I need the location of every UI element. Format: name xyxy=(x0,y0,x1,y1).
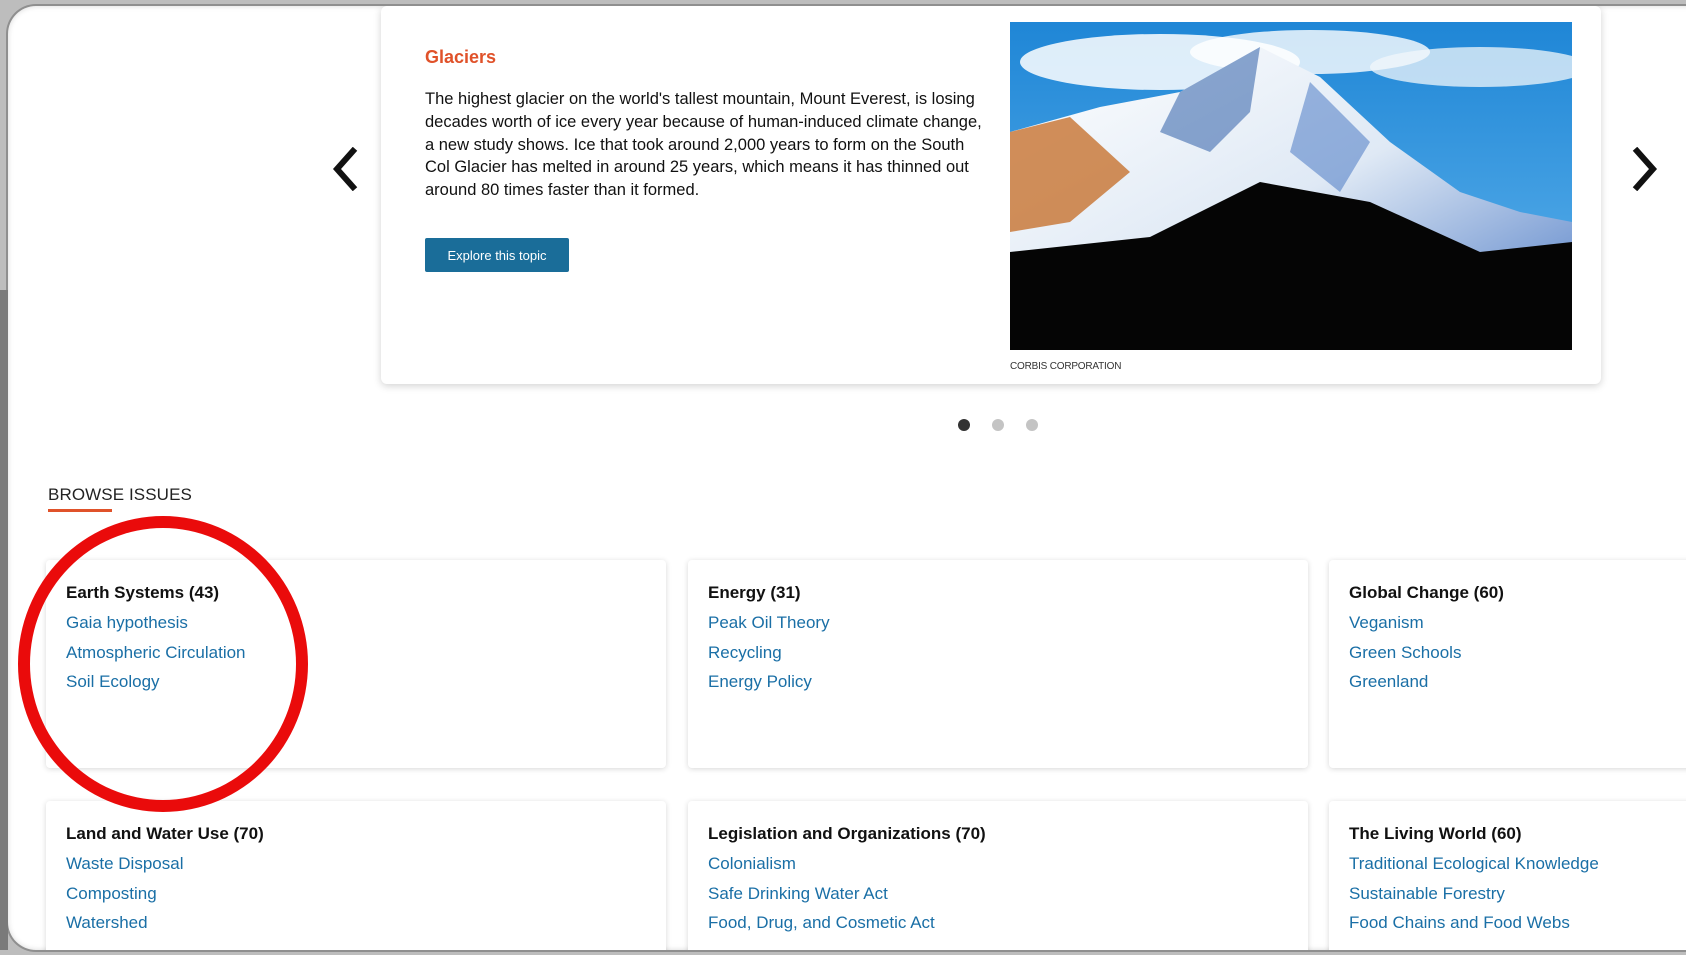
featured-topic-summary: The highest glacier on the world's talle… xyxy=(425,90,982,200)
issue-link[interactable]: Colonialism xyxy=(708,849,935,879)
image-credit: CORBIS CORPORATION xyxy=(1010,361,1122,372)
carousel-dot-1[interactable] xyxy=(958,419,970,431)
featured-topic-card: Glaciers The highest glacier on the worl… xyxy=(381,6,1601,384)
issue-card-energy: Energy (31) Peak Oil Theory Recycling En… xyxy=(688,560,1308,768)
issue-link[interactable]: Food, Drug, and Cosmetic Act xyxy=(708,908,935,938)
chevron-right-icon xyxy=(1632,147,1658,191)
issue-link[interactable]: Greenland xyxy=(1349,667,1461,697)
issue-link[interactable]: Sustainable Forestry xyxy=(1349,879,1599,909)
issue-link[interactable]: Traditional Ecological Knowledge xyxy=(1349,849,1599,879)
issue-link[interactable]: Waste Disposal xyxy=(66,849,183,879)
issue-card-title: Energy (31) xyxy=(708,583,801,602)
carousel-dot-2[interactable] xyxy=(992,419,1004,431)
carousel-next-button[interactable] xyxy=(1620,144,1670,194)
featured-topic-title: Glaciers xyxy=(425,47,497,67)
issue-card-title: Land and Water Use (70) xyxy=(66,824,264,843)
issue-link[interactable]: Composting xyxy=(66,879,183,909)
issue-link[interactable]: Watershed xyxy=(66,908,183,938)
issue-card-living-world: The Living World (60) Traditional Ecolog… xyxy=(1329,801,1686,950)
browse-issues-heading: BROWSE ISSUES xyxy=(48,485,192,504)
issue-card-title: Earth Systems (43) xyxy=(66,583,220,602)
issue-link[interactable]: Green Schools xyxy=(1349,638,1461,668)
issue-link[interactable]: Gaia hypothesis xyxy=(66,608,246,638)
carousel-prev-button[interactable] xyxy=(320,144,370,194)
issue-link[interactable]: Energy Policy xyxy=(708,667,830,697)
browser-viewport: Glaciers The highest glacier on the worl… xyxy=(8,6,1686,950)
issue-card-earth-systems: Earth Systems (43) Gaia hypothesis Atmos… xyxy=(46,560,666,768)
issue-link[interactable]: Recycling xyxy=(708,638,830,668)
issue-link[interactable]: Food Chains and Food Webs xyxy=(1349,908,1599,938)
issue-link[interactable]: Peak Oil Theory xyxy=(708,608,830,638)
issue-card-title: The Living World (60) xyxy=(1349,824,1522,843)
chevron-left-icon xyxy=(332,147,358,191)
issue-link[interactable]: Atmospheric Circulation xyxy=(66,638,246,668)
issue-card-legislation: Legislation and Organizations (70) Colon… xyxy=(688,801,1308,950)
explore-topic-button[interactable]: Explore this topic xyxy=(425,238,569,272)
issue-link[interactable]: Safe Drinking Water Act xyxy=(708,879,935,909)
issue-card-title: Global Change (60) xyxy=(1349,583,1504,602)
issue-link[interactable]: Soil Ecology xyxy=(66,667,246,697)
carousel-pagination xyxy=(958,419,1038,431)
everest-image xyxy=(1010,22,1572,350)
issue-card-title: Legislation and Organizations (70) xyxy=(708,824,986,843)
issue-link[interactable]: Veganism xyxy=(1349,608,1461,638)
issue-card-land-water-use: Land and Water Use (70) Waste Disposal C… xyxy=(46,801,666,950)
window-edge xyxy=(0,290,8,950)
heading-underline xyxy=(48,509,112,512)
carousel-dot-3[interactable] xyxy=(1026,419,1038,431)
issue-card-global-change: Global Change (60) Veganism Green School… xyxy=(1329,560,1686,768)
